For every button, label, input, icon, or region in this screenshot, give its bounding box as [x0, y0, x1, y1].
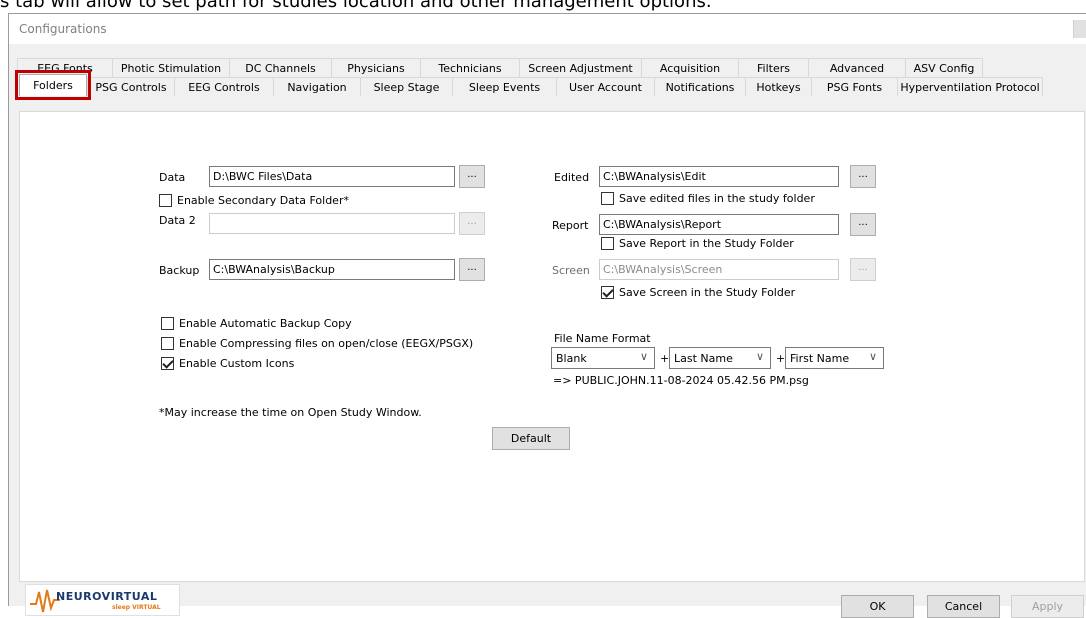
tab-physicians[interactable]: Physicians [331, 58, 420, 77]
report-label: Report [552, 219, 589, 232]
folders-panel: Data D:\BWC Files\Data ... Enable Second… [19, 111, 1085, 582]
plus-sign: + [660, 352, 670, 365]
filename-preview: => PUBLIC.JOHN.11-08-2024 05.42.56 PM.ps… [553, 374, 809, 387]
title-bar: Configurations [9, 14, 1086, 44]
chevron-down-icon: ∨ [639, 350, 648, 363]
tab-user-account[interactable]: User Account [556, 77, 654, 96]
custom-icons-checkbox[interactable]: Enable Custom Icons [161, 357, 294, 370]
checkbox-label: Enable Custom Icons [179, 357, 295, 370]
tab-hotkeys[interactable]: Hotkeys [745, 77, 811, 96]
default-button[interactable]: Default [492, 427, 570, 450]
backup-path-field[interactable]: C:\BWAnalysis\Backup [209, 259, 455, 280]
tab-psg-fonts[interactable]: PSG Fonts [811, 77, 897, 96]
report-browse-button[interactable]: ... [850, 213, 876, 236]
data2-browse-button[interactable]: ... [459, 212, 485, 235]
apply-button[interactable]: Apply [1011, 595, 1084, 618]
tab-eeg-controls[interactable]: EEG Controls [174, 77, 273, 96]
data-browse-button[interactable]: ... [459, 165, 485, 188]
chevron-down-icon: ∨ [755, 350, 764, 363]
format-select-2-value: Last Name [674, 352, 733, 365]
format-select-3-value: First Name [790, 352, 850, 365]
checkbox-box[interactable] [601, 237, 614, 250]
data-path-field[interactable]: D:\BWC Files\Data [209, 166, 455, 187]
plus-sign: + [776, 352, 786, 365]
tab-screen-adjustment[interactable]: Screen Adjustment [519, 58, 641, 77]
logo-name: NEUROVIRTUAL [56, 590, 158, 603]
tab-sleep-events[interactable]: Sleep Events [452, 77, 556, 96]
checkbox-box[interactable] [161, 317, 174, 330]
logo-subtitle: sleep VIRTUAL [112, 604, 161, 611]
tab-dc-channels[interactable]: DC Channels [229, 58, 331, 77]
checkbox-label: Save Screen in the Study Folder [619, 286, 796, 299]
format-select-1-value: Blank [556, 352, 587, 365]
configurations-window: Configurations EEG Fonts Photic Stimulat… [8, 13, 1086, 618]
checkbox-box[interactable] [161, 337, 174, 350]
data2-label: Data 2 [159, 214, 196, 227]
close-button[interactable] [1073, 20, 1086, 38]
tab-navigation[interactable]: Navigation [273, 77, 360, 96]
format-select-3[interactable]: First Name ∨ [785, 347, 884, 369]
data2-path-field[interactable] [209, 213, 455, 234]
checkbox-box[interactable] [159, 194, 172, 207]
checkbox-label: Enable Automatic Backup Copy [179, 317, 352, 330]
caption-text: s tab will allow to set path for studies… [0, 0, 712, 12]
tab-sleep-stage[interactable]: Sleep Stage [360, 77, 452, 96]
edited-browse-button[interactable]: ... [850, 165, 876, 188]
format-select-1[interactable]: Blank ∨ [551, 347, 655, 369]
ok-button[interactable]: OK [841, 595, 914, 618]
edited-label: Edited [554, 171, 590, 184]
checkbox-label: Enable Compressing files on open/close (… [179, 337, 474, 350]
report-path-field[interactable]: C:\BWAnalysis\Report [599, 214, 839, 235]
checkbox-label: Save Report in the Study Folder [619, 237, 794, 250]
tab-row-2: Folders PSG Controls EEG Controls Naviga… [15, 70, 1043, 100]
save-screen-checkbox[interactable]: Save Screen in the Study Folder [601, 286, 795, 299]
tab-technicians[interactable]: Technicians [420, 58, 519, 77]
tab-asv-config[interactable]: ASV Config [905, 58, 983, 77]
edited-path-field[interactable]: C:\BWAnalysis\Edit [599, 166, 839, 187]
checkbox-label: Save edited files in the study folder [619, 192, 815, 205]
file-name-format-label: File Name Format [554, 332, 651, 345]
tab-advanced[interactable]: Advanced [808, 58, 905, 77]
checkbox-box[interactable] [161, 357, 174, 370]
tab-photic-stimulation[interactable]: Photic Stimulation [112, 58, 229, 77]
screen-path-field[interactable]: C:\BWAnalysis\Screen [599, 259, 839, 280]
tab-filters[interactable]: Filters [738, 58, 808, 77]
format-select-2[interactable]: Last Name ∨ [669, 347, 771, 369]
checkbox-box[interactable] [601, 286, 614, 299]
tab-row-1: EEG Fonts Photic Stimulation DC Channels… [17, 58, 983, 77]
checkbox-box[interactable] [601, 192, 614, 205]
screen-label: Screen [552, 264, 590, 277]
cancel-button[interactable]: Cancel [927, 595, 1000, 618]
backup-browse-button[interactable]: ... [459, 258, 485, 281]
enable-secondary-data-checkbox[interactable]: Enable Secondary Data Folder* [159, 194, 349, 207]
backup-label: Backup [159, 264, 200, 277]
tab-psg-controls[interactable]: PSG Controls [87, 77, 174, 96]
tab-notifications[interactable]: Notifications [654, 77, 745, 96]
save-edited-checkbox[interactable]: Save edited files in the study folder [601, 192, 815, 205]
compressing-checkbox[interactable]: Enable Compressing files on open/close (… [161, 337, 473, 350]
tab-folders[interactable]: Folders [15, 70, 91, 100]
save-report-checkbox[interactable]: Save Report in the Study Folder [601, 237, 794, 250]
chevron-down-icon: ∨ [868, 350, 877, 363]
note-text: *May increase the time on Open Study Win… [159, 406, 422, 419]
window-title: Configurations [19, 22, 107, 36]
data-label: Data [159, 171, 186, 184]
checkbox-label: Enable Secondary Data Folder* [177, 194, 349, 207]
screen-browse-button[interactable]: ... [850, 258, 876, 281]
neurovirtual-logo: NEUROVIRTUAL sleep VIRTUAL [25, 584, 180, 616]
auto-backup-checkbox[interactable]: Enable Automatic Backup Copy [161, 317, 352, 330]
tab-acquisition[interactable]: Acquisition [641, 58, 738, 77]
tab-hyperventilation-protocol[interactable]: Hyperventilation Protocol [897, 77, 1043, 96]
